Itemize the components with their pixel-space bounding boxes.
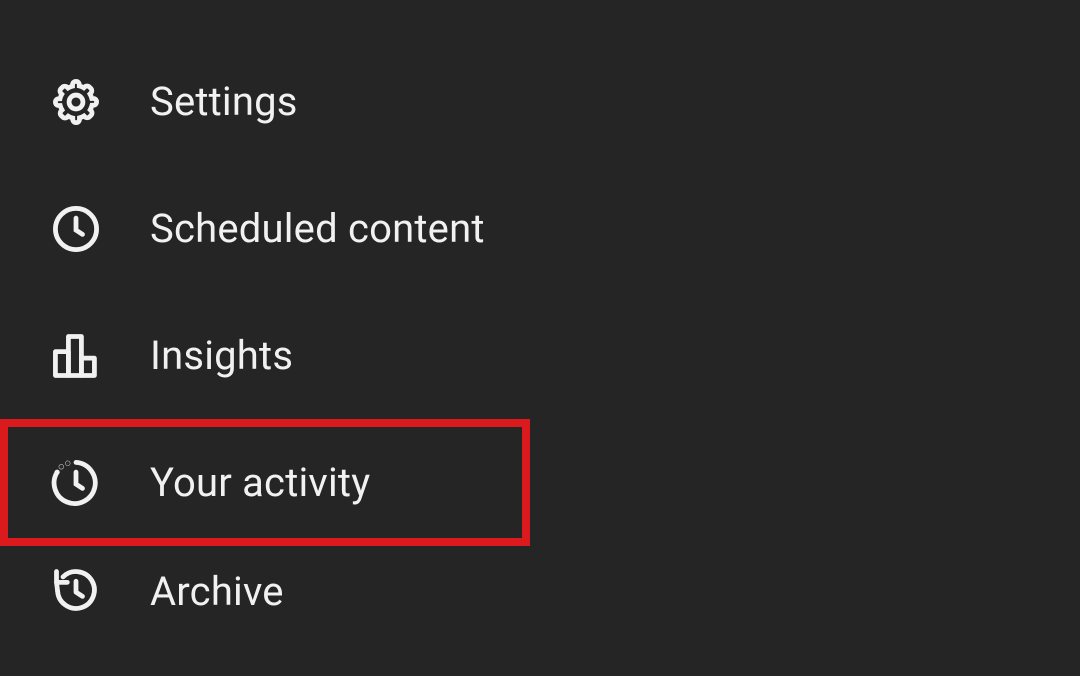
gear-icon (50, 76, 102, 128)
clock-icon (50, 203, 102, 255)
menu-item-settings[interactable]: Settings (0, 38, 1080, 165)
menu-item-label: Your activity (150, 459, 370, 506)
menu-item-your-activity[interactable]: Your activity (0, 419, 530, 546)
menu-item-label: Settings (150, 78, 298, 125)
menu-item-label: Insights (150, 332, 293, 379)
menu-item-insights[interactable]: Insights (0, 292, 1080, 419)
menu-list: Settings Scheduled content Insights (0, 0, 1080, 636)
menu-item-label: Archive (150, 568, 284, 615)
menu-item-label: Scheduled content (150, 205, 485, 252)
menu-item-archive[interactable]: Archive (0, 546, 1080, 636)
bar-chart-icon (50, 330, 102, 382)
menu-item-scheduled-content[interactable]: Scheduled content (0, 165, 1080, 292)
activity-clock-icon (50, 457, 102, 509)
history-icon (50, 565, 102, 617)
